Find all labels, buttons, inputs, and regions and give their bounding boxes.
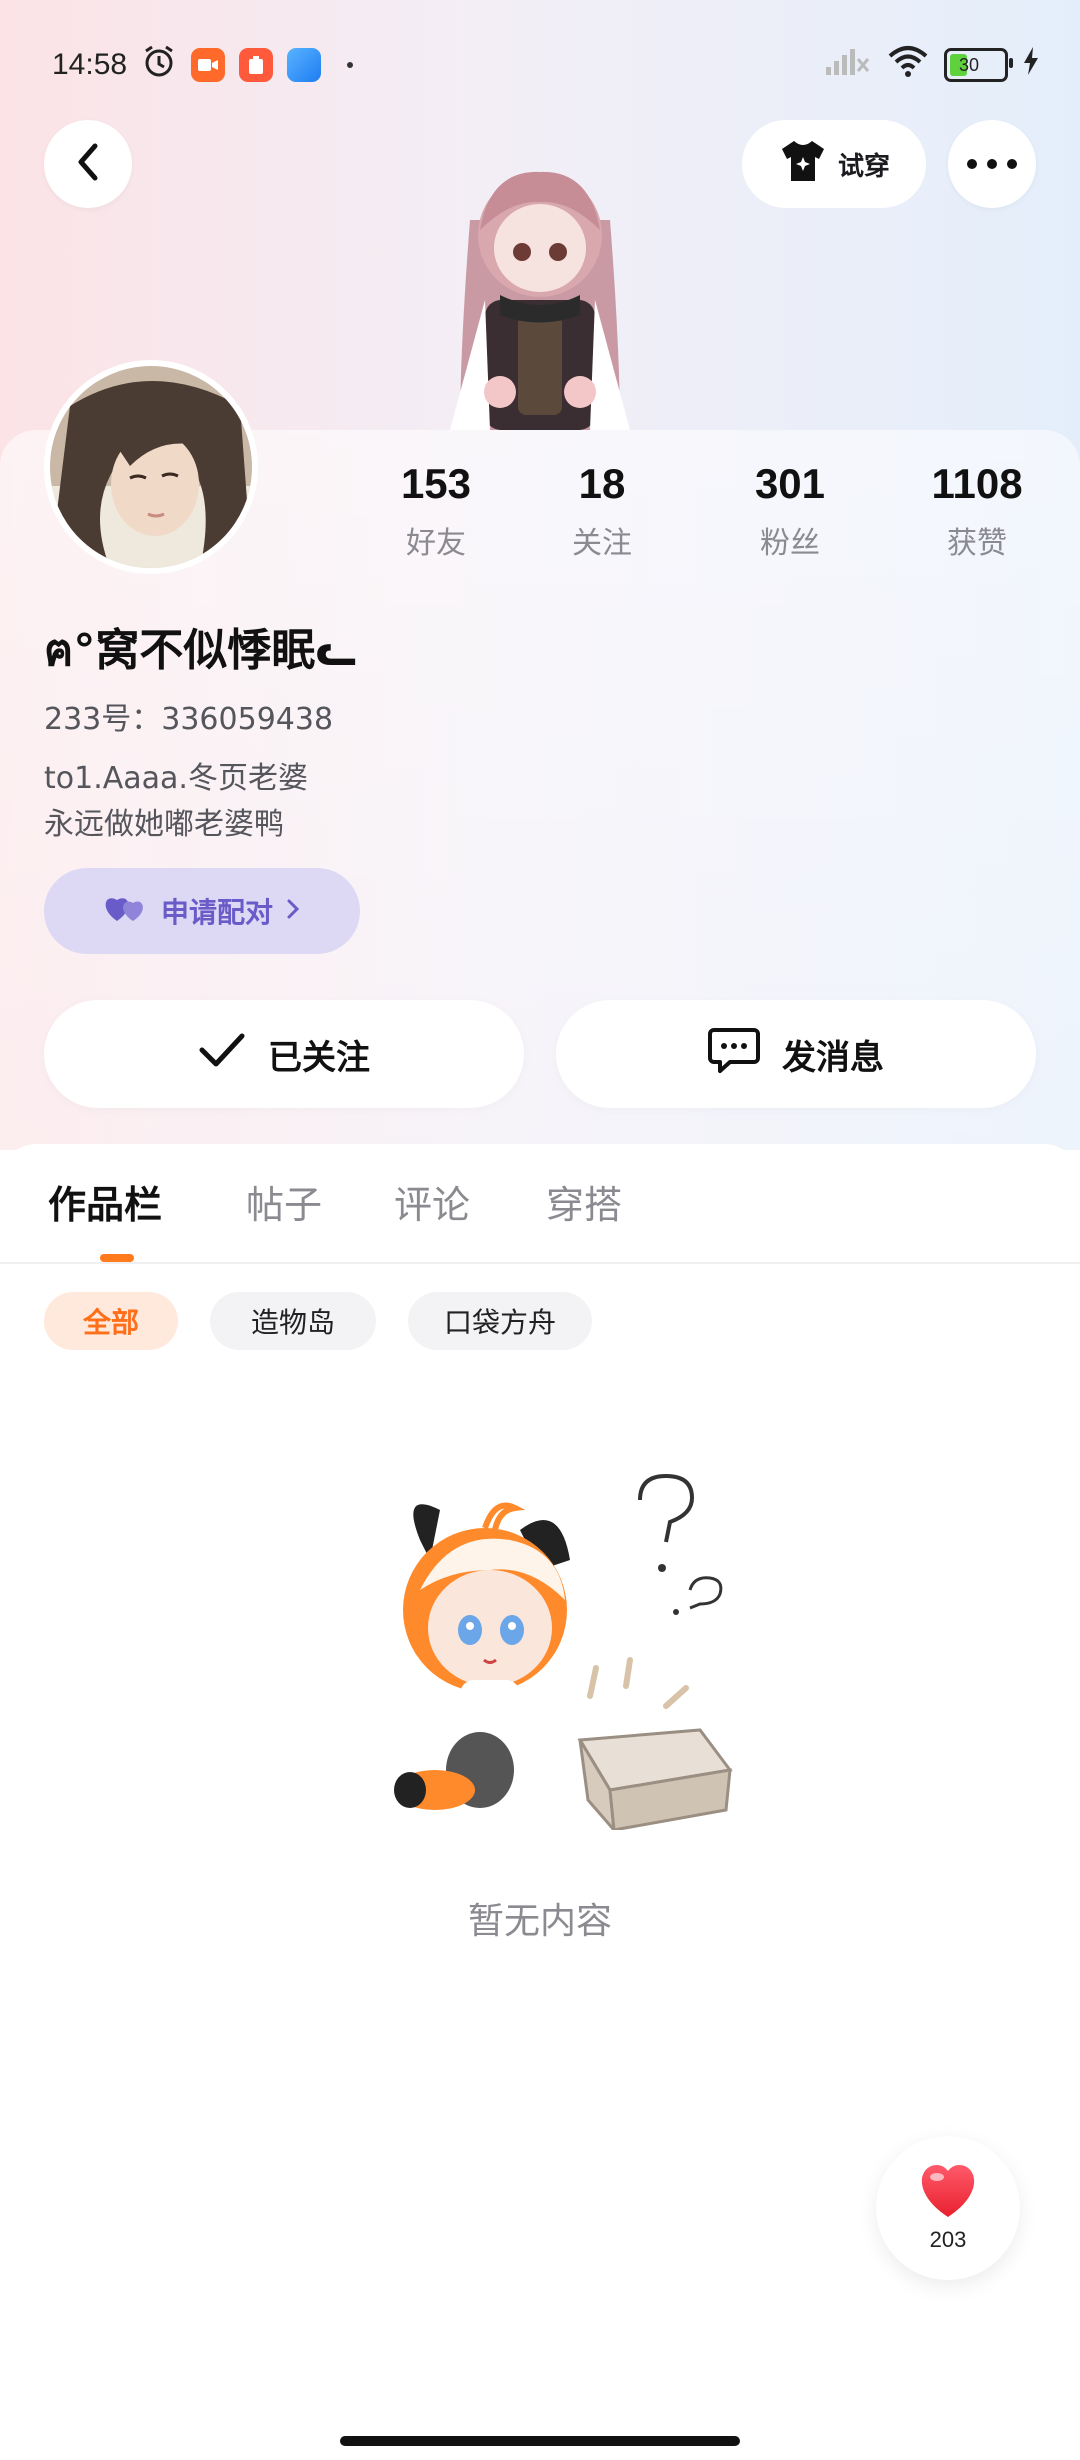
status-time: 14:58 bbox=[52, 48, 128, 81]
try-on-button[interactable]: 试穿 bbox=[742, 120, 926, 208]
stat-value: 1108 bbox=[931, 460, 1023, 507]
alarm-icon bbox=[141, 43, 177, 87]
like-button[interactable]: 203 bbox=[876, 2136, 1020, 2280]
stat-value: 153 bbox=[400, 460, 472, 507]
more-dots-icon bbox=[966, 155, 1018, 174]
stat-value: 18 bbox=[578, 460, 626, 507]
more-button[interactable] bbox=[948, 120, 1036, 208]
stat-following[interactable]: 18 关注 bbox=[517, 460, 687, 562]
stat-label: 好友 bbox=[406, 526, 466, 561]
bio-line: 永远做她嘟老婆鸭 bbox=[44, 807, 284, 842]
stat-likes[interactable]: 1108 获赞 bbox=[892, 460, 1062, 562]
tab-works[interactable]: 作品栏 bbox=[48, 1174, 162, 1229]
stat-friends[interactable]: 153 好友 bbox=[351, 460, 521, 562]
wifi-icon bbox=[886, 44, 930, 86]
battery-level: 30 bbox=[959, 54, 980, 75]
user-id[interactable]: 233号：336059438 bbox=[44, 694, 333, 738]
tshirt-icon bbox=[778, 139, 828, 190]
status-bar: 14:58 30 bbox=[52, 40, 1040, 90]
bio-line: to1.Aaaa.冬页老婆 bbox=[44, 761, 308, 796]
pair-request-label: 申请配对 bbox=[160, 896, 273, 929]
pair-request-button[interactable]: 申请配对 bbox=[44, 868, 360, 954]
filter-chip-all[interactable]: 全部 bbox=[44, 1292, 178, 1350]
tabs-divider bbox=[0, 1262, 1080, 1264]
bio: to1.Aaaa.冬页老婆 永远做她嘟老婆鸭 bbox=[44, 756, 308, 848]
tab-comments[interactable]: 评论 bbox=[394, 1174, 470, 1229]
chat-bubble-icon bbox=[708, 1026, 760, 1083]
hearts-icon bbox=[103, 891, 149, 932]
nickname: ฅ°窝不似悸眠ᓚ bbox=[44, 625, 357, 676]
try-on-label: 试穿 bbox=[837, 151, 890, 182]
stat-label: 粉丝 bbox=[760, 526, 820, 561]
message-button[interactable]: 发消息 bbox=[556, 1000, 1036, 1108]
orange-app-icon bbox=[239, 48, 274, 82]
home-indicator[interactable] bbox=[340, 2436, 740, 2446]
tab-outfits[interactable]: 穿搭 bbox=[546, 1174, 622, 1229]
empty-state-illustration bbox=[360, 1470, 740, 1835]
filter-chip-creation-island[interactable]: 造物岛 bbox=[210, 1292, 376, 1350]
chevron-left-icon bbox=[73, 142, 103, 186]
chevron-right-icon bbox=[285, 895, 301, 928]
stat-fans[interactable]: 301 粉丝 bbox=[705, 460, 875, 562]
stat-label: 关注 bbox=[572, 526, 632, 561]
battery-icon: 30 bbox=[944, 48, 1013, 82]
followed-label: 已关注 bbox=[268, 1037, 370, 1078]
filter-chip-pocket-ark[interactable]: 口袋方舟 bbox=[408, 1292, 592, 1350]
avatar-3d-figure[interactable] bbox=[430, 130, 650, 430]
active-tab-indicator bbox=[100, 1254, 134, 1262]
tab-posts[interactable]: 帖子 bbox=[246, 1174, 322, 1229]
heart-icon bbox=[917, 2163, 979, 2223]
back-button[interactable] bbox=[44, 120, 132, 208]
stat-value: 301 bbox=[754, 460, 826, 507]
dot-icon bbox=[347, 62, 354, 68]
blue-app-icon bbox=[287, 48, 322, 82]
like-count: 203 bbox=[929, 2227, 967, 2252]
followed-button[interactable]: 已关注 bbox=[44, 1000, 524, 1108]
checkmark-icon bbox=[198, 1032, 246, 1077]
charging-icon bbox=[1022, 46, 1040, 84]
empty-state-text: 暂无内容 bbox=[467, 1901, 612, 1942]
video-app-icon bbox=[191, 48, 226, 82]
signal-icon bbox=[824, 45, 872, 85]
stat-label: 获赞 bbox=[947, 526, 1007, 561]
profile-stats: 153 好友 18 关注 301 粉丝 1108 获赞 bbox=[0, 460, 1080, 580]
message-label: 发消息 bbox=[782, 1037, 884, 1078]
